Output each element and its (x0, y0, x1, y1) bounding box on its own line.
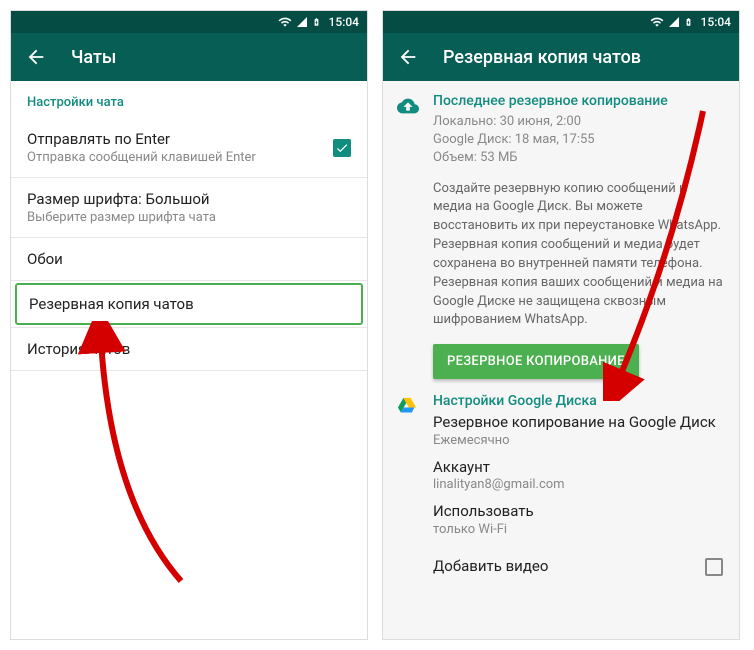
gdrive-account[interactable]: Аккаунт linalityan8@gmail.com (433, 458, 725, 493)
item-title: Аккаунт (433, 458, 725, 478)
backup-description: Создайте резервную копию сообщений и мед… (433, 180, 725, 331)
phone-right: 15:04 Резервная копия чатов Последнее ре… (382, 10, 740, 640)
item-value: linalityan8@gmail.com (433, 477, 725, 492)
gdrive-add-video[interactable]: Добавить видео (383, 547, 739, 587)
item-title: Обои (27, 250, 351, 268)
item-title: Резервное копирование на Google Диск (433, 413, 725, 433)
battery-icon (312, 15, 321, 29)
section-header: Настройки чата (11, 81, 367, 118)
gdrive-network[interactable]: Использовать только Wi-Fi (433, 502, 725, 537)
last-backup-gdrive: Google Диск: 18 мая, 17:55 (433, 131, 725, 149)
google-drive-icon (397, 395, 417, 415)
item-backup[interactable]: Резервная копия чатов (17, 285, 361, 323)
item-wallpaper[interactable]: Обои (11, 238, 367, 280)
item-title: Добавить видео (433, 557, 548, 577)
gdrive-header: Настройки Google Диска (433, 393, 725, 409)
app-bar: Резервная копия чатов (383, 33, 739, 81)
highlighted-item: Резервная копия чатов (15, 283, 363, 325)
phone-left: 15:04 Чаты Настройки чата Отправлять по … (10, 10, 368, 640)
back-arrow-icon[interactable] (397, 46, 419, 68)
backup-button[interactable]: РЕЗЕРВНОЕ КОПИРОВАНИЕ (433, 344, 639, 379)
item-title: Размер шрифта: Большой (27, 190, 351, 208)
status-bar: 15:04 (383, 11, 739, 33)
checkbox-icon[interactable] (333, 139, 351, 157)
signal-icon (296, 16, 308, 28)
gdrive-frequency[interactable]: Резервное копирование на Google Диск Еже… (433, 413, 725, 448)
item-subtitle: Выберите размер шрифта чата (27, 210, 351, 225)
divider (11, 280, 367, 281)
last-backup-local: Локально: 30 июня, 2:00 (433, 113, 725, 131)
section-gdrive: Настройки Google Диска Резервное копиров… (383, 387, 739, 547)
last-backup-header: Последнее резервное копирование (433, 93, 725, 109)
item-value: только Wi-Fi (433, 522, 725, 537)
wifi-icon (278, 15, 292, 29)
item-title: Использовать (433, 502, 725, 522)
item-fontsize[interactable]: Размер шрифта: Большой Выберите размер ш… (11, 178, 367, 237)
last-backup-size: Объем: 53 МБ (433, 149, 725, 167)
page-title: Чаты (71, 47, 116, 68)
item-title: Отправлять по Enter (27, 130, 333, 148)
clock: 15:04 (701, 15, 731, 29)
item-value: Ежемесячно (433, 433, 725, 448)
divider (11, 370, 367, 371)
wifi-icon (650, 15, 664, 29)
status-bar: 15:04 (11, 11, 367, 33)
checkbox-icon[interactable] (705, 558, 723, 576)
back-arrow-icon[interactable] (25, 46, 47, 68)
item-history[interactable]: История чатов (11, 328, 367, 370)
signal-icon (668, 16, 680, 28)
item-title: Резервная копия чатов (29, 295, 349, 313)
cloud-upload-icon (397, 95, 419, 117)
clock: 15:04 (329, 15, 359, 29)
item-subtitle: Отправка сообщений клавишей Enter (27, 150, 333, 165)
app-bar: Чаты (11, 33, 367, 81)
section-last-backup: Последнее резервное копирование Локально… (383, 81, 739, 387)
battery-icon (684, 15, 693, 29)
content-area: Последнее резервное копирование Локально… (383, 81, 739, 639)
page-title: Резервная копия чатов (443, 47, 641, 68)
item-title: История чатов (27, 340, 351, 358)
content-area: Настройки чата Отправлять по Enter Отпра… (11, 81, 367, 639)
item-enter[interactable]: Отправлять по Enter Отправка сообщений к… (11, 118, 367, 177)
